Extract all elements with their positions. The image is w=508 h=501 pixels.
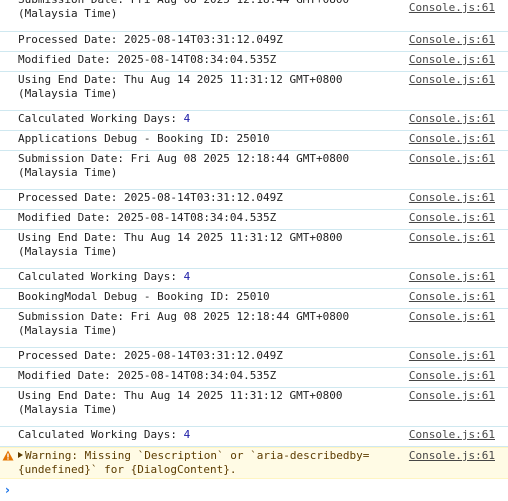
source-link[interactable]: Console.js:61 [409, 270, 495, 284]
source-link[interactable]: Console.js:61 [409, 389, 495, 403]
console-message-text: Processed Date: 2025-08-14T03:31:12.049Z [18, 349, 283, 362]
console-message-row: Calculated Working Days: 4 Console.js:61 [0, 427, 508, 447]
source-link[interactable]: Console.js:61 [409, 191, 495, 205]
source-link[interactable]: Console.js:61 [409, 112, 495, 126]
console-message-text: Processed Date: 2025-08-14T03:31:12.049Z [18, 191, 283, 204]
console-message-row: Processed Date: 2025-08-14T03:31:12.049Z… [0, 190, 508, 210]
source-link[interactable]: Console.js:61 [409, 369, 495, 383]
console-input[interactable] [18, 481, 498, 501]
message-number-value: 4 [183, 428, 191, 441]
console-panel: Submission Date: Fri Aug 08 2025 12:18:4… [0, 0, 508, 501]
source-link[interactable]: Console.js:61 [409, 33, 495, 47]
warning-message: Warning: Missing `Description` or `aria-… [18, 449, 398, 477]
console-message-text: Calculated Working Days: 4 [18, 270, 398, 284]
console-message-row: Using End Date: Thu Aug 14 2025 11:31:12… [0, 388, 508, 427]
console-message-text: Applications Debug - Booking ID: 25010 [18, 132, 270, 145]
console-prompt[interactable]: › [0, 479, 508, 501]
prompt-chevron-icon: › [5, 483, 10, 497]
console-message-text: Using End Date: Thu Aug 14 2025 11:31:12… [18, 389, 343, 416]
console-message-row: Modified Date: 2025-08-14T08:34:04.535Z C… [0, 52, 508, 72]
console-message-row: Processed Date: 2025-08-14T03:31:12.049Z… [0, 32, 508, 52]
console-message-text: Using End Date: Thu Aug 14 2025 11:31:12… [18, 73, 343, 100]
console-message-row: Modified Date: 2025-08-14T08:34:04.535Z C… [0, 210, 508, 230]
console-message-row: Processed Date: 2025-08-14T03:31:12.049Z… [0, 348, 508, 368]
source-link[interactable]: Console.js:61 [409, 310, 495, 324]
source-link[interactable]: Console.js:61 [409, 132, 495, 146]
source-link[interactable]: Console.js:61 [409, 290, 495, 304]
source-link[interactable]: Console.js:61 [409, 211, 495, 225]
source-link[interactable]: Console.js:61 [409, 1, 495, 15]
console-message-row: Calculated Working Days: 4 Console.js:61 [0, 269, 508, 289]
source-link[interactable]: Console.js:61 [409, 231, 495, 245]
console-message-text: Modified Date: 2025-08-14T08:34:04.535Z [18, 211, 277, 224]
warning-triangle-icon [2, 450, 14, 461]
message-number-value: 4 [183, 270, 191, 283]
warning-text: Warning: Missing `Description` or `aria-… [18, 449, 370, 476]
source-link[interactable]: Console.js:61 [409, 152, 495, 166]
console-message-row: Submission Date: Fri Aug 08 2025 12:18:4… [0, 151, 508, 190]
console-message-text: Submission Date: Fri Aug 08 2025 12:18:4… [18, 152, 350, 179]
console-message-row: Using End Date: Thu Aug 14 2025 11:31:12… [0, 72, 508, 111]
console-message-row: Calculated Working Days: 4 Console.js:61 [0, 111, 508, 131]
console-message-text: Modified Date: 2025-08-14T08:34:04.535Z [18, 53, 277, 66]
console-warning-row[interactable]: Warning: Missing `Description` or `aria-… [0, 447, 508, 479]
source-link[interactable]: Console.js:61 [409, 53, 495, 67]
console-message-row: Modified Date: 2025-08-14T08:34:04.535Z C… [0, 368, 508, 388]
console-message-text: Processed Date: 2025-08-14T03:31:12.049Z [18, 33, 283, 46]
console-message-text: BookingModal Debug - Booking ID: 25010 [18, 290, 270, 303]
expand-triangle-icon[interactable] [18, 452, 23, 458]
console-message-text: Submission Date: Fri Aug 08 2025 12:18:4… [18, 310, 350, 337]
message-number-value: 4 [183, 112, 191, 125]
console-message-row: Submission Date: Fri Aug 08 2025 12:18:4… [0, 309, 508, 348]
source-link[interactable]: Console.js:61 [409, 73, 495, 87]
console-message-text: Using End Date: Thu Aug 14 2025 11:31:12… [18, 231, 343, 258]
console-message-row: Using End Date: Thu Aug 14 2025 11:31:12… [0, 230, 508, 269]
source-link[interactable]: Console.js:61 [409, 449, 495, 463]
console-message-row: BookingModal Debug - Booking ID: 25010 Co… [0, 289, 508, 309]
console-message-row: Applications Debug - Booking ID: 25010 Co… [0, 131, 508, 151]
message-label: Calculated Working Days: [18, 112, 184, 125]
source-link[interactable]: Console.js:61 [409, 428, 495, 442]
message-label: Calculated Working Days: [18, 270, 184, 283]
console-message-text: Submission Date: Fri Aug 08 2025 12:18:4… [18, 0, 349, 20]
console-message-text: Calculated Working Days: 4 [18, 428, 398, 442]
console-message-row: Submission Date: Fri Aug 08 2025 12:18:4… [0, 0, 508, 32]
message-label: Calculated Working Days: [18, 428, 184, 441]
source-link[interactable]: Console.js:61 [409, 349, 495, 363]
console-message-text: Modified Date: 2025-08-14T08:34:04.535Z [18, 369, 277, 382]
console-message-text: Calculated Working Days: 4 [18, 112, 398, 126]
